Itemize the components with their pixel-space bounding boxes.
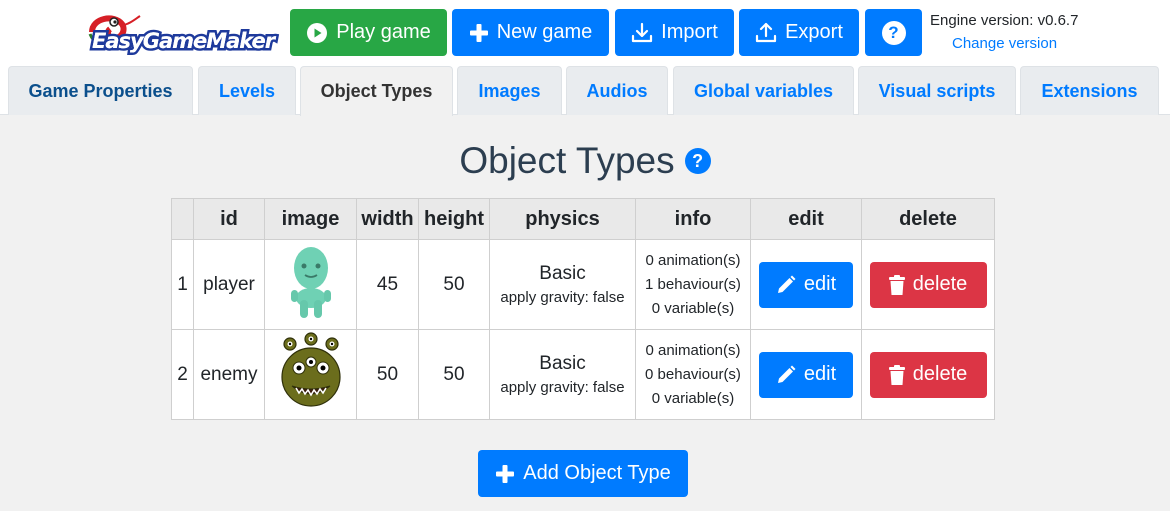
header-id: id	[193, 198, 265, 240]
delete-button[interactable]: delete	[869, 351, 987, 398]
plus-icon	[496, 464, 515, 483]
delete-label: delete	[912, 273, 968, 295]
row-delete-cell: delete	[861, 329, 995, 420]
header-index	[171, 198, 194, 240]
row-index: 2	[171, 329, 194, 420]
play-game-label: Play game	[336, 21, 431, 43]
edit-button[interactable]: edit	[759, 261, 853, 308]
delete-button[interactable]: delete	[869, 261, 987, 308]
tab-bar: Game Properties Levels Object Types Imag…	[0, 66, 1170, 116]
export-button[interactable]: Export	[739, 9, 859, 56]
question-circle-icon: ?	[881, 20, 906, 45]
row-width: 50	[356, 329, 419, 420]
table-row: 2 enemy 50 50 Basic apply gravity: false…	[171, 329, 995, 420]
tab-visual-scripts[interactable]: Visual scripts	[858, 66, 1016, 115]
tab-game-properties[interactable]: Game Properties	[8, 66, 193, 115]
new-game-label: New game	[496, 21, 593, 43]
header-edit: edit	[750, 198, 862, 240]
header-delete: delete	[861, 198, 995, 240]
physics-type: Basic	[539, 353, 586, 374]
row-edit-cell: edit	[750, 329, 862, 420]
import-button[interactable]: Import	[615, 9, 734, 56]
row-physics: Basic apply gravity: false	[489, 239, 636, 330]
engine-version: Engine version: v0.6.7	[930, 12, 1079, 29]
download-icon	[632, 22, 653, 42]
header-image: image	[264, 198, 357, 240]
easygamemaker-logo: EasyGameMaker EasyGameMaker	[88, 15, 280, 56]
table-row: 1 player 45 50 Basic apply gravity: fals…	[171, 239, 995, 330]
physics-type: Basic	[539, 263, 586, 284]
header-info: info	[635, 198, 751, 240]
row-index: 1	[171, 239, 194, 330]
edit-label: edit	[803, 363, 837, 385]
play-circle-icon	[307, 22, 328, 43]
row-width: 45	[356, 239, 419, 330]
page-title-text: Object Types	[459, 140, 675, 181]
physics-gravity: apply gravity: false	[500, 289, 625, 306]
export-label: Export	[785, 21, 843, 43]
row-info: 0 animation(s) 1 behaviour(s) 0 variable…	[635, 239, 751, 330]
new-game-button[interactable]: New game	[452, 9, 609, 56]
top-bar: EasyGameMaker EasyGameMaker Play game Ne…	[0, 0, 1170, 66]
play-game-button[interactable]: Play game	[290, 9, 447, 56]
table-header-row: id image width height physics info edit …	[171, 198, 995, 240]
tab-extensions[interactable]: Extensions	[1020, 66, 1159, 115]
row-image	[264, 329, 357, 420]
info-animations: 0 animation(s)	[645, 251, 741, 269]
tab-object-types[interactable]: Object Types	[300, 66, 453, 116]
trash-icon	[888, 274, 905, 295]
delete-label: delete	[912, 363, 968, 385]
row-info: 0 animation(s) 0 behaviour(s) 0 variable…	[635, 329, 751, 420]
row-height: 50	[418, 239, 490, 330]
header-width: width	[356, 198, 419, 240]
info-behaviours: 0 behaviour(s)	[645, 365, 741, 383]
info-behaviours: 1 behaviour(s)	[645, 275, 741, 293]
row-height: 50	[418, 329, 490, 420]
header-physics: physics	[489, 198, 636, 240]
tab-audios[interactable]: Audios	[566, 66, 668, 115]
info-variables: 0 variable(s)	[651, 299, 735, 317]
upload-icon	[755, 22, 777, 42]
plus-icon	[469, 23, 488, 42]
info-variables: 0 variable(s)	[651, 389, 735, 407]
edit-label: edit	[803, 273, 837, 295]
olive-monster-sprite-icon	[280, 331, 341, 407]
row-image	[264, 239, 357, 330]
edit-button[interactable]: edit	[759, 351, 853, 398]
info-animations: 0 animation(s)	[645, 341, 741, 359]
change-version-link[interactable]: Change version	[952, 35, 1057, 52]
physics-gravity: apply gravity: false	[500, 379, 625, 396]
trash-icon	[888, 364, 905, 385]
green-alien-sprite-icon	[290, 246, 331, 318]
page-title: Object Types?	[0, 140, 1170, 182]
svg-text:EasyGameMaker: EasyGameMaker	[92, 29, 277, 53]
row-delete-cell: delete	[861, 239, 995, 330]
import-label: Import	[661, 21, 718, 43]
object-types-table: id image width height physics info edit …	[171, 198, 995, 420]
row-id: enemy	[193, 329, 265, 420]
tab-levels[interactable]: Levels	[198, 66, 296, 115]
help-icon[interactable]: ?	[684, 148, 711, 174]
row-physics: Basic apply gravity: false	[489, 329, 636, 420]
tab-global-variables[interactable]: Global variables	[673, 66, 854, 115]
row-id: player	[193, 239, 265, 330]
pencil-icon	[777, 365, 796, 383]
row-edit-cell: edit	[750, 239, 862, 330]
header-height: height	[418, 198, 490, 240]
pencil-icon	[777, 275, 796, 293]
add-object-type-button[interactable]: Add Object Type	[478, 450, 688, 497]
help-button[interactable]: ?	[865, 9, 922, 56]
tab-images[interactable]: Images	[457, 66, 562, 115]
add-object-type-label: Add Object Type	[523, 462, 671, 484]
